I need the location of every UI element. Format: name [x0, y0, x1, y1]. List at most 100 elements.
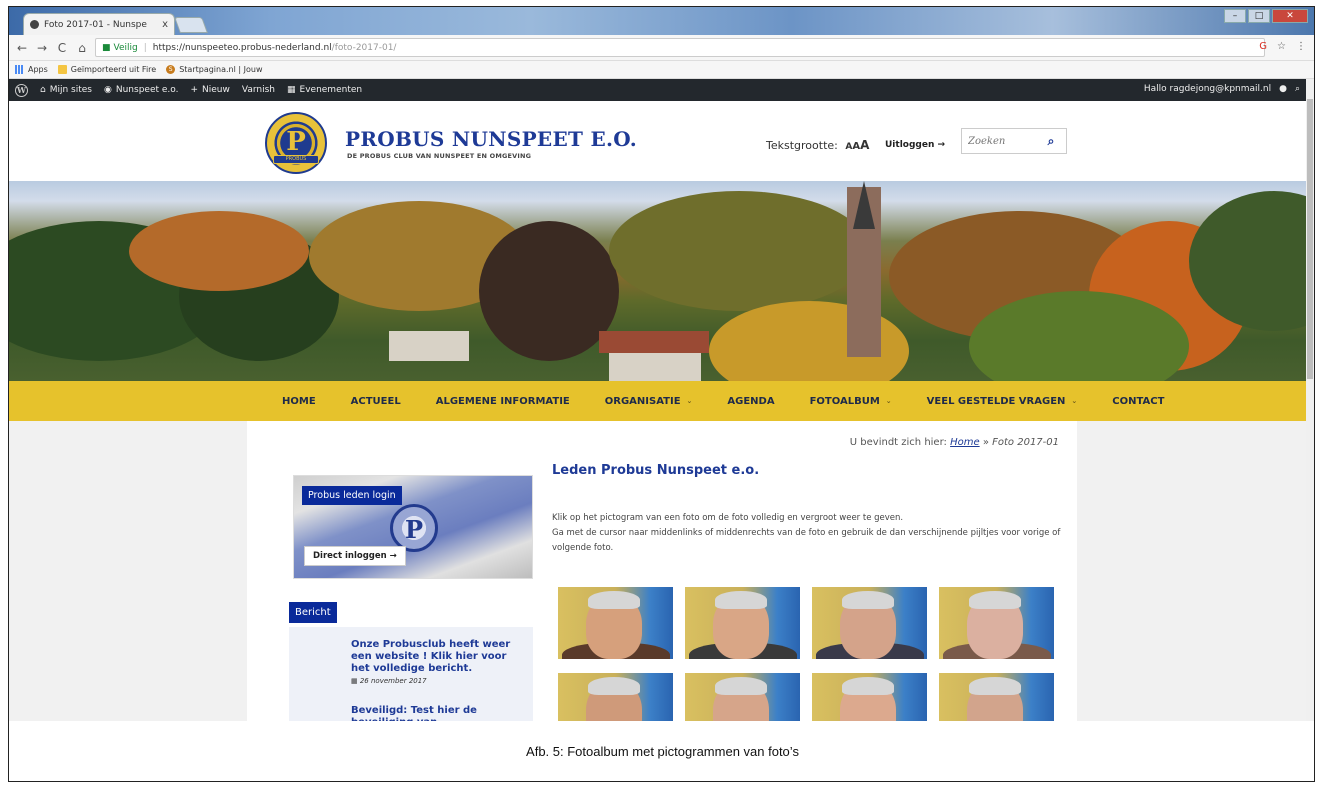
photo-thumbnail[interactable]: [685, 587, 800, 659]
probus-coin-image: P: [390, 504, 438, 552]
post-title-link[interactable]: Onze Probusclub heeft weer een website !…: [351, 639, 521, 675]
admin-item-label: Mijn sites: [49, 85, 92, 95]
menu-item-contact[interactable]: CONTACT: [1112, 396, 1164, 407]
menu-item-agenda[interactable]: AGENDA: [727, 396, 774, 407]
list-item[interactable]: Beveiligd: Test hier de beveiliging van …: [351, 705, 521, 721]
photo-thumbnail[interactable]: [939, 673, 1054, 721]
wordpress-icon: W: [15, 83, 28, 97]
logo-band: PROBUS: [273, 155, 319, 164]
admin-new[interactable]: + Nieuw: [190, 85, 229, 95]
new-tab-button[interactable]: [174, 17, 208, 33]
menu-item-algemene-informatie[interactable]: ALGEMENE INFORMATIE: [436, 396, 570, 407]
breadcrumb-prefix: U bevindt zich hier:: [849, 437, 947, 448]
scrollbar-thumb[interactable]: [1307, 99, 1313, 379]
photo-thumbnail[interactable]: [939, 587, 1054, 659]
font-size-label: Tekstgrootte:: [766, 139, 838, 152]
browser-window: Foto 2017-01 - Nunspe x – □ ✕ ← → C ⌂ ■ …: [9, 7, 1314, 721]
probus-logo[interactable]: P PROBUS: [265, 112, 327, 174]
post-title-link[interactable]: Beveiligd: Test hier de beveiliging van …: [351, 705, 521, 721]
admin-site-name[interactable]: ◉ Nunspeet e.o.: [104, 85, 178, 95]
photo-hair: [842, 677, 894, 695]
admin-events[interactable]: ▦ Evenementen: [287, 85, 362, 95]
bookmark-imported[interactable]: Geïmporteerd uit Fire: [57, 65, 156, 74]
coin-letter: P: [404, 515, 424, 544]
font-size-options[interactable]: AAA: [845, 138, 869, 152]
breadcrumb: U bevindt zich hier: Home » Foto 2017-01: [850, 437, 1059, 448]
tab-close-icon[interactable]: x: [162, 19, 168, 30]
bookmarks-bar: Apps Geïmporteerd uit Fire S Startpagina…: [9, 61, 1314, 79]
maximize-icon[interactable]: □: [1248, 9, 1270, 23]
direct-login-button[interactable]: Direct inloggen →: [304, 546, 406, 566]
startpagina-icon: S: [166, 65, 176, 74]
admin-item-label: Evenementen: [299, 85, 363, 95]
breadcrumb-separator: »: [982, 437, 989, 448]
menu-label: AGENDA: [727, 395, 775, 407]
main-navigation: HOME ACTUEEL ALGEMENE INFORMATIE ORGANIS…: [9, 381, 1306, 421]
minimize-icon[interactable]: –: [1224, 9, 1246, 23]
menu-label: ORGANISATIE: [604, 395, 681, 407]
dashboard-icon: ◉: [104, 85, 112, 95]
sites-icon: ⌂: [40, 85, 46, 95]
wp-admin-bar: W ⌂ Mijn sites ◉ Nunspeet e.o. + Nieuw V…: [9, 79, 1306, 101]
extension-icon[interactable]: G: [1259, 41, 1267, 52]
menu-item-actueel[interactable]: ACTUEEL: [351, 396, 401, 407]
bookmark-star-icon[interactable]: ☆: [1277, 41, 1286, 52]
breadcrumb-home-link[interactable]: Home: [950, 437, 980, 448]
admin-greeting[interactable]: Hallo ragdejong@kpnmail.nl: [1144, 84, 1271, 94]
photo-hair: [588, 591, 640, 609]
close-window-icon[interactable]: ✕: [1272, 9, 1308, 23]
photo-hair: [842, 591, 894, 609]
intro-line-2: Ga met de cursor naar middenlinks of mid…: [552, 528, 1061, 553]
photo-hair: [715, 677, 767, 695]
admin-varnish[interactable]: Varnish: [242, 85, 275, 95]
site-title[interactable]: PROBUS NUNSPEET E.O.: [345, 127, 637, 151]
admin-item-label: Varnish: [241, 85, 275, 95]
admin-search-icon[interactable]: ⌕: [1295, 84, 1300, 94]
user-icon[interactable]: ●: [1279, 84, 1287, 94]
menu-item-veel-gestelde-vragen[interactable]: VEEL GESTELDE VRAGEN ⌄: [927, 396, 1078, 407]
admin-item-label: Nieuw: [202, 85, 230, 95]
search-icon[interactable]: ⌕: [1038, 134, 1064, 149]
post-date-text: 26 november 2017: [359, 677, 427, 685]
tree-shape: [479, 221, 619, 361]
menu-item-fotoalbum[interactable]: FOTOALBUM ⌄: [810, 396, 892, 407]
wordpress-logo-button[interactable]: W: [15, 83, 28, 97]
admin-my-sites[interactable]: ⌂ Mijn sites: [40, 85, 92, 95]
menu-label: ALGEMENE INFORMATIE: [435, 395, 570, 407]
photo-thumbnail[interactable]: [558, 587, 673, 659]
bookmark-apps[interactable]: Apps: [15, 65, 48, 74]
menu-item-home[interactable]: HOME: [282, 396, 316, 407]
forward-icon[interactable]: →: [35, 41, 49, 55]
menu-item-organisatie[interactable]: ORGANISATIE ⌄: [605, 396, 693, 407]
photo-thumbnail-grid: [558, 587, 1054, 721]
calendar-icon: ▦: [287, 85, 296, 95]
logo-letter: P: [286, 127, 306, 157]
site-header: P PROBUS PROBUS NUNSPEET E.O. DE PROBUS …: [9, 101, 1306, 181]
menu-label: FOTOALBUM: [809, 395, 880, 407]
bookmark-startpagina[interactable]: S Startpagina.nl | Jouw: [166, 65, 262, 74]
window-controls: – □ ✕: [1224, 9, 1308, 23]
list-item[interactable]: Onze Probusclub heeft weer een website !…: [351, 639, 521, 685]
menu-label: HOME: [282, 395, 316, 407]
document-frame: Foto 2017-01 - Nunspe x – □ ✕ ← → C ⌂ ■ …: [8, 6, 1315, 782]
url-field[interactable]: ■ Veilig | https://nunspeeteo.probus-ned…: [95, 38, 1265, 57]
address-bar: ← → C ⌂ ■ Veilig | https://nunspeeteo.pr…: [9, 35, 1314, 61]
photo-thumbnail[interactable]: [685, 673, 800, 721]
back-icon[interactable]: ←: [15, 41, 29, 55]
photo-thumbnail[interactable]: [812, 587, 927, 659]
menu-label: VEEL GESTELDE VRAGEN: [926, 395, 1066, 407]
photo-thumbnail[interactable]: [812, 673, 927, 721]
photo-thumbnail[interactable]: [558, 673, 673, 721]
folder-icon: [57, 65, 67, 74]
search-box: ⌕: [961, 128, 1067, 154]
house-wall: [389, 331, 469, 361]
bookmark-label: Apps: [28, 65, 48, 74]
page-scrollbar[interactable]: [1306, 79, 1314, 721]
home-icon[interactable]: ⌂: [75, 41, 89, 55]
browser-tab[interactable]: Foto 2017-01 - Nunspe x: [23, 13, 175, 35]
logout-link[interactable]: Uitloggen →: [885, 140, 945, 150]
reload-icon[interactable]: C: [55, 41, 69, 55]
lock-icon: ■: [102, 42, 111, 53]
menu-dots-icon[interactable]: ⋮: [1296, 41, 1306, 52]
search-input[interactable]: [962, 135, 1038, 147]
